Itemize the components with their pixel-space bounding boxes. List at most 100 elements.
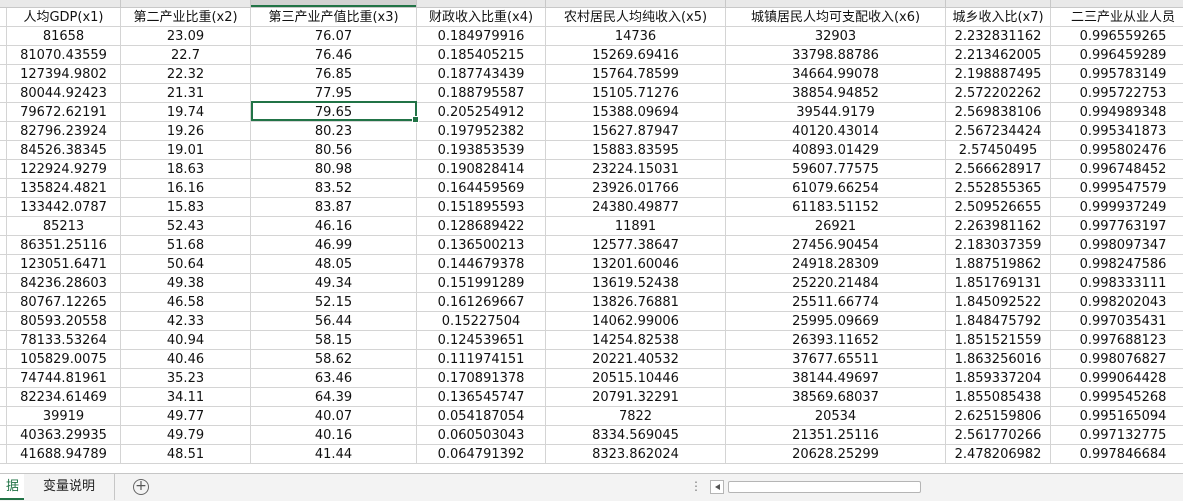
table-cell[interactable]: E	[0, 426, 7, 445]
table-cell[interactable]: 38854.94852	[726, 84, 946, 103]
table-cell[interactable]	[0, 312, 7, 331]
table-cell[interactable]: 0.184979916	[417, 27, 546, 46]
table-cell[interactable]: 51.68	[121, 236, 251, 255]
column-header-cell[interactable]: 城乡收入比(x7)	[946, 8, 1051, 27]
table-cell[interactable]	[0, 369, 7, 388]
table-cell[interactable]: 84526.38345	[7, 141, 121, 160]
table-cell[interactable]: 13201.60046	[546, 255, 726, 274]
horizontal-scrollbar[interactable]	[710, 480, 1183, 494]
table-cell[interactable]: 40363.29935	[7, 426, 121, 445]
column-header-cell[interactable]: 人均GDP(x1)	[7, 8, 121, 27]
table-cell[interactable]: 0.064791392	[417, 445, 546, 464]
table-cell[interactable]: 15388.09694	[546, 103, 726, 122]
table-cell[interactable]: 20628.25299	[726, 445, 946, 464]
table-cell[interactable]: 0.998247586	[1051, 255, 1183, 274]
table-cell[interactable]: 0.995783149	[1051, 65, 1183, 84]
table-cell[interactable]	[0, 27, 7, 46]
table-cell[interactable]: 2.625159806	[946, 407, 1051, 426]
table-cell[interactable]: 81658	[7, 27, 121, 46]
column-header-cell[interactable]: 财政收入比重(x4)	[417, 8, 546, 27]
table-cell[interactable]: 0.997846684	[1051, 445, 1183, 464]
table-cell[interactable]: 79672.62191	[7, 103, 121, 122]
sheet-tab-variable-notes[interactable]: 变量说明	[24, 474, 115, 500]
spreadsheet-grid[interactable]: 人均GDP(x1) 第二产业比重(x2) 第三产业产值比重(x3) 财政收入比重(x4…	[0, 8, 1183, 473]
table-cell[interactable]	[0, 274, 7, 293]
table-cell[interactable]: 40893.01429	[726, 141, 946, 160]
table-cell[interactable]	[0, 293, 7, 312]
table-cell[interactable]: 33798.88786	[726, 46, 946, 65]
table-cell[interactable]: 49.34	[251, 274, 417, 293]
table-cell[interactable]: 0.999937249	[1051, 198, 1183, 217]
table-cell[interactable]: 0.998333111	[1051, 274, 1183, 293]
table-cell[interactable]: 50.64	[121, 255, 251, 274]
table-cell[interactable]: 14736	[546, 27, 726, 46]
table-cell[interactable]: 0.994989348	[1051, 103, 1183, 122]
table-cell[interactable]: 20221.40532	[546, 350, 726, 369]
table-cell[interactable]: 12577.38647	[546, 236, 726, 255]
column-header-cell[interactable]: 农村居民人均纯收入(x5)	[546, 8, 726, 27]
table-cell[interactable]: 80044.92423	[7, 84, 121, 103]
table-cell[interactable]: 81070.43559	[7, 46, 121, 65]
table-cell[interactable]: 0.170891378	[417, 369, 546, 388]
table-cell[interactable]: 0.190828414	[417, 160, 546, 179]
table-cell[interactable]: 0.060503043	[417, 426, 546, 445]
table-cell[interactable]: 80767.12265	[7, 293, 121, 312]
table-cell[interactable]: 38144.49697	[726, 369, 946, 388]
table-cell[interactable]: 18.63	[121, 160, 251, 179]
table-cell[interactable]: 0.995802476	[1051, 141, 1183, 160]
table-cell[interactable]	[0, 179, 7, 198]
table-cell[interactable]: 40120.43014	[726, 122, 946, 141]
table-cell[interactable]: 48.05	[251, 255, 417, 274]
table-cell[interactable]: 2.478206982	[946, 445, 1051, 464]
table-cell[interactable]: 61183.51152	[726, 198, 946, 217]
table-cell[interactable]: 15764.78599	[546, 65, 726, 84]
table-cell[interactable]: 0.998202043	[1051, 293, 1183, 312]
table-cell[interactable]: 32903	[726, 27, 946, 46]
table-cell[interactable]: 122924.9279	[7, 160, 121, 179]
table-cell[interactable]: 49.79	[121, 426, 251, 445]
table-cell[interactable]: 0.999064428	[1051, 369, 1183, 388]
table-cell[interactable]: 74744.81961	[7, 369, 121, 388]
table-cell[interactable]: 79.65	[251, 103, 417, 122]
table-cell[interactable]: 23926.01766	[546, 179, 726, 198]
table-cell[interactable]: 56.44	[251, 312, 417, 331]
table-cell[interactable]: 46.16	[251, 217, 417, 236]
table-cell[interactable]: 46.58	[121, 293, 251, 312]
table-cell[interactable]: 7822	[546, 407, 726, 426]
table-cell[interactable]: 0.136545747	[417, 388, 546, 407]
table-cell[interactable]: 49.38	[121, 274, 251, 293]
table-cell[interactable]: 48.51	[121, 445, 251, 464]
table-cell[interactable]: 0.111974151	[417, 350, 546, 369]
table-cell[interactable]: 133442.0787	[7, 198, 121, 217]
table-cell[interactable]: 2.569838106	[946, 103, 1051, 122]
table-cell[interactable]: E	[0, 445, 7, 464]
table-cell[interactable]: 35.23	[121, 369, 251, 388]
table-cell[interactable]: 0.136500213	[417, 236, 546, 255]
table-cell[interactable]: 0.054187054	[417, 407, 546, 426]
table-cell[interactable]: 1.845092522	[946, 293, 1051, 312]
table-cell[interactable]: 59607.77575	[726, 160, 946, 179]
table-cell[interactable]: 76.07	[251, 27, 417, 46]
table-cell[interactable]: 39544.9179	[726, 103, 946, 122]
table-cell[interactable]: 34664.99078	[726, 65, 946, 84]
table-cell[interactable]: 14254.82538	[546, 331, 726, 350]
table-cell[interactable]	[0, 236, 7, 255]
table-cell[interactable]: 22.32	[121, 65, 251, 84]
table-cell[interactable]: E	[0, 407, 7, 426]
table-cell[interactable]: 42.33	[121, 312, 251, 331]
table-cell[interactable]: 76.85	[251, 65, 417, 84]
table-cell[interactable]: 13826.76881	[546, 293, 726, 312]
table-cell[interactable]	[0, 46, 7, 65]
table-cell[interactable]: 0.185405215	[417, 46, 546, 65]
sheet-tab-data[interactable]: 据	[0, 474, 24, 500]
table-cell[interactable]: 24918.28309	[726, 255, 946, 274]
column-header-cell[interactable]: 城镇居民人均可支配收入(x6)	[726, 8, 946, 27]
table-cell[interactable]: 49.77	[121, 407, 251, 426]
table-cell[interactable]: 0.197952382	[417, 122, 546, 141]
table-cell[interactable]: 127394.9802	[7, 65, 121, 84]
column-header-cell[interactable]	[0, 8, 7, 27]
table-cell[interactable]: 26393.11652	[726, 331, 946, 350]
table-cell[interactable]	[0, 388, 7, 407]
table-cell[interactable]: 61079.66254	[726, 179, 946, 198]
table-cell[interactable]: 84236.28603	[7, 274, 121, 293]
